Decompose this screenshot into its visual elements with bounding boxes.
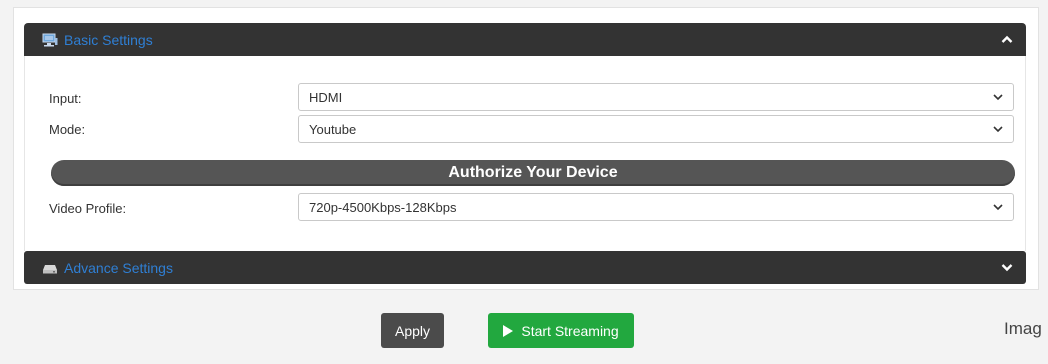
mode-label: Mode: xyxy=(49,122,86,137)
mode-select[interactable]: Youtube xyxy=(298,115,1014,143)
monitor-icon xyxy=(42,33,58,47)
input-select-value: HDMI xyxy=(309,89,343,105)
clipped-text: Imag xyxy=(1004,319,1042,338)
input-label: Input: xyxy=(49,91,82,106)
mode-select-value: Youtube xyxy=(309,121,357,137)
chevron-down-icon xyxy=(993,94,1003,101)
authorize-device-button[interactable]: Authorize Your Device xyxy=(51,160,1015,186)
chevron-up-icon[interactable] xyxy=(1000,33,1014,47)
settings-card: Basic Settings Input: HDMI Mode: Youtube… xyxy=(13,7,1039,290)
start-streaming-label: Start Streaming xyxy=(521,322,619,339)
basic-settings-header[interactable]: Basic Settings xyxy=(24,23,1026,56)
input-select[interactable]: HDMI xyxy=(298,83,1014,111)
video-profile-value: 720p-4500Kbps-128Kbps xyxy=(309,199,457,215)
chevron-down-icon xyxy=(993,204,1003,211)
basic-settings-title: Basic Settings xyxy=(64,31,153,48)
play-icon xyxy=(503,324,514,337)
chevron-down-icon[interactable] xyxy=(1000,261,1014,275)
advance-settings-title: Advance Settings xyxy=(64,259,173,276)
video-profile-select[interactable]: 720p-4500Kbps-128Kbps xyxy=(298,193,1014,221)
apply-button[interactable]: Apply xyxy=(381,313,444,348)
advance-settings-header[interactable]: Advance Settings xyxy=(24,251,1026,284)
chevron-down-icon xyxy=(993,126,1003,133)
drive-icon xyxy=(42,261,58,275)
video-profile-label: Video Profile: xyxy=(49,201,127,216)
basic-settings-body: Input: HDMI Mode: Youtube Authorize Your… xyxy=(24,56,1026,251)
start-streaming-button[interactable]: Start Streaming xyxy=(488,313,634,348)
